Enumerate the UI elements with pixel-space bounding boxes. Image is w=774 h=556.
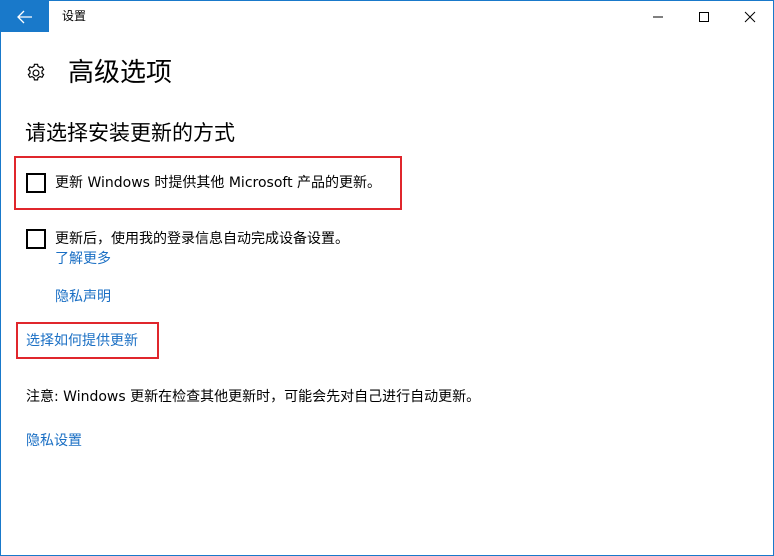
maximize-icon xyxy=(699,11,709,22)
learn-more-link[interactable]: 了解更多 xyxy=(55,249,111,269)
privacy-statement-link[interactable]: 隐私声明 xyxy=(55,287,111,307)
page-title: 高级选项 xyxy=(68,58,173,88)
checkbox-auto-finish-setup[interactable] xyxy=(26,229,46,249)
section-title: 请选择安装更新的方式 xyxy=(25,121,235,145)
note-text: 注意: Windows 更新在检查其他更新时，可能会先对自己进行自动更新。 xyxy=(26,389,481,405)
window-title: 设置 xyxy=(62,9,87,23)
settings-window: 设置 高级选项 请选择安装更新的方式 更新 Windows 时提供其他 Micr… xyxy=(0,0,774,556)
option-label-other-microsoft-products[interactable]: 更新 Windows 时提供其他 Microsoft 产品的更新。 xyxy=(55,173,381,193)
minimize-icon xyxy=(653,16,663,17)
option-label-auto-finish-setup[interactable]: 更新后，使用我的登录信息自动完成设备设置。 xyxy=(55,229,349,249)
back-button[interactable] xyxy=(1,1,49,32)
arrow-left-icon xyxy=(17,10,32,23)
minimize-button[interactable] xyxy=(635,1,681,32)
checkbox-other-microsoft-products[interactable] xyxy=(26,173,46,193)
title-bar: 设置 xyxy=(1,1,773,32)
privacy-settings-link[interactable]: 隐私设置 xyxy=(26,431,82,451)
maximize-button[interactable] xyxy=(681,1,727,32)
close-icon xyxy=(744,11,756,22)
gear-icon xyxy=(27,63,45,81)
close-button[interactable] xyxy=(727,1,773,32)
choose-delivery-link[interactable]: 选择如何提供更新 xyxy=(26,331,138,351)
